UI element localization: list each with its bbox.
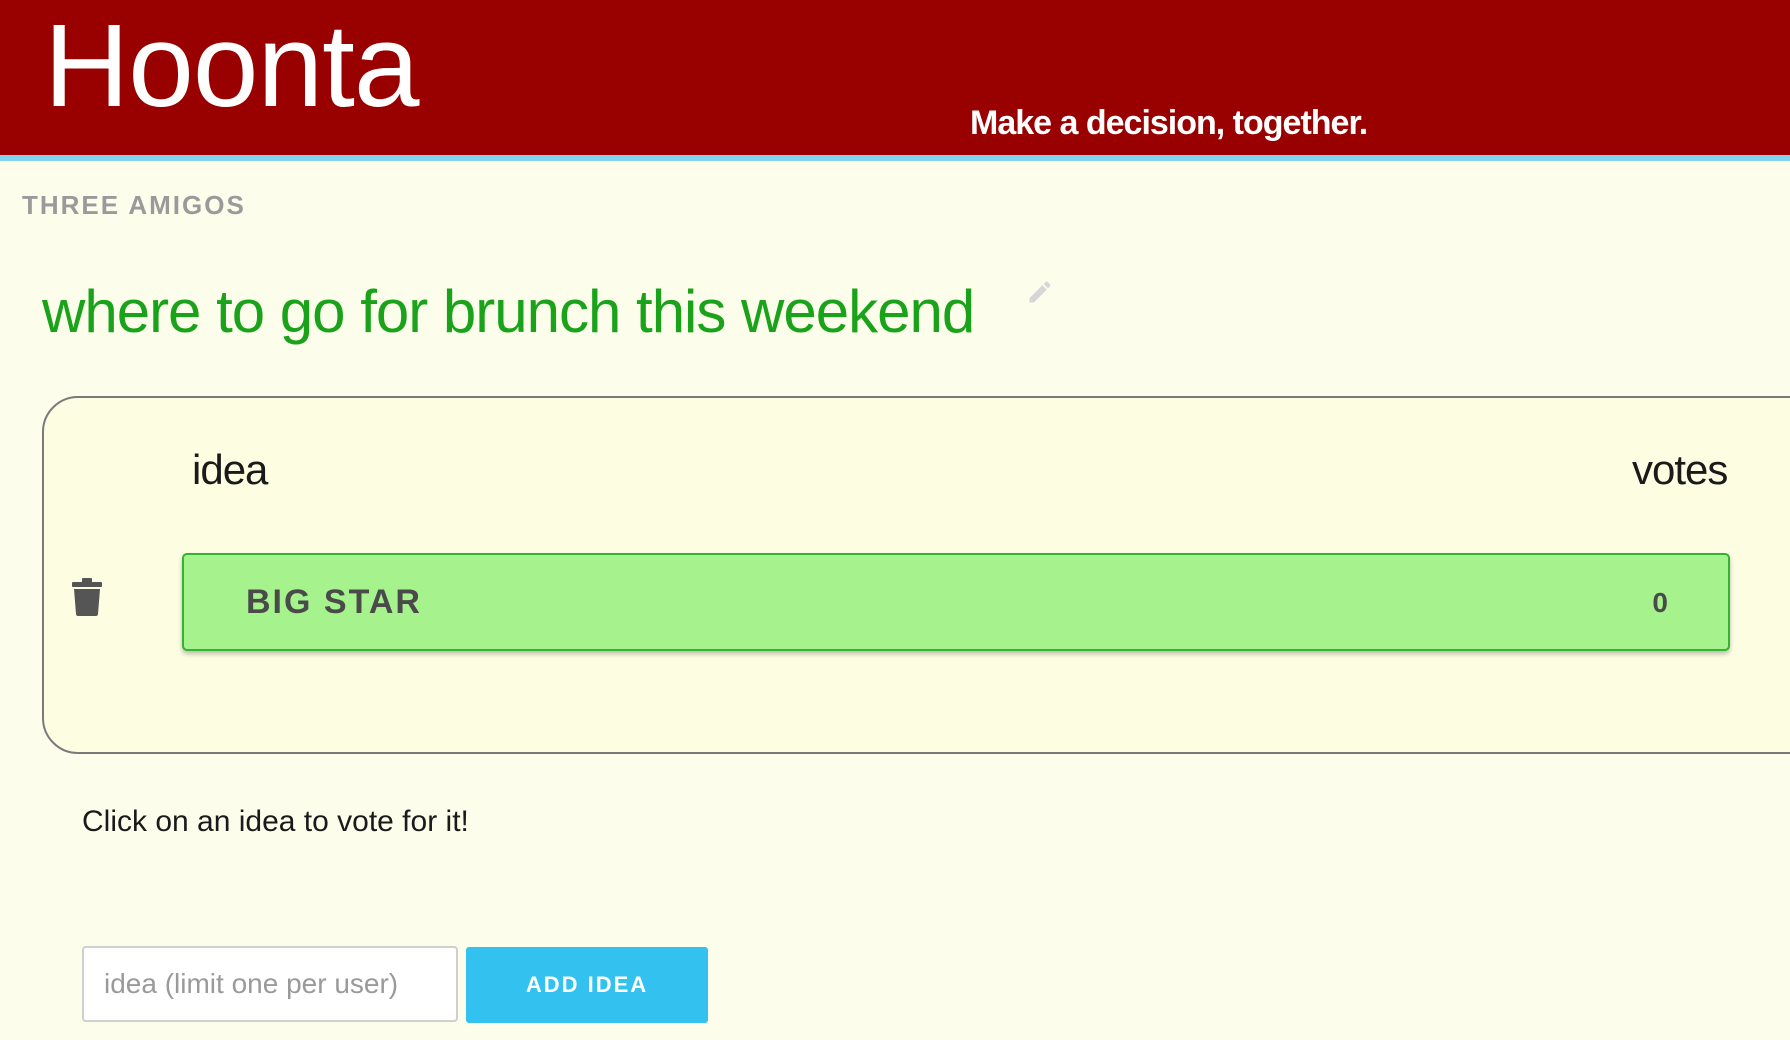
app-logo-text: Hoonta — [44, 0, 420, 132]
pencil-icon[interactable] — [1026, 278, 1054, 306]
column-header-votes: votes — [1632, 446, 1728, 493]
column-header-idea: idea — [192, 446, 268, 493]
idea-row[interactable]: BIG STAR 0 — [182, 553, 1730, 651]
ideas-panel: idea votes BIG STAR 0 — [42, 396, 1790, 754]
idea-vote-count: 0 — [1652, 587, 1668, 618]
idea-name: BIG STAR — [246, 583, 422, 621]
question-title: where to go for brunch this weekend — [42, 278, 975, 345]
app-tagline: Make a decision, together. — [970, 104, 1368, 142]
new-idea-input[interactable] — [82, 946, 458, 1022]
vote-hint: Click on an idea to vote for it! — [82, 805, 469, 838]
trash-icon[interactable] — [72, 578, 102, 616]
group-name: THREE AMIGOS — [22, 190, 246, 220]
add-idea-button[interactable]: ADD IDEA — [466, 947, 708, 1023]
app-header: Hoonta Make a decision, together. — [0, 0, 1790, 161]
